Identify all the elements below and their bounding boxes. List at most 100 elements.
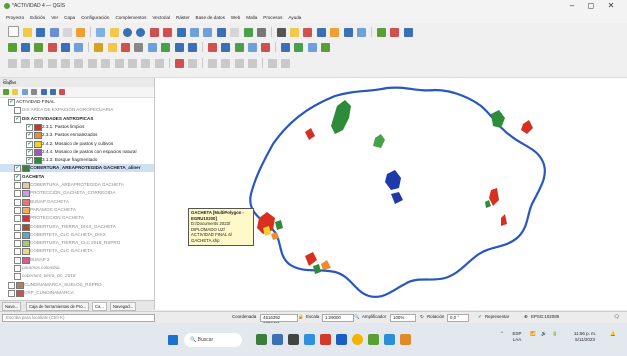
tab-processing-toolbox[interactable]: Caja de herramientas de Pro... [26,302,90,311]
text-annotation-icon[interactable] [221,59,231,68]
layer-row[interactable]: ✔ 3.1.3. Bosque fragmentado [0,156,154,165]
messages-icon[interactable]: 🗨 [614,314,620,320]
taskbar-app-folder-icon[interactable] [400,334,411,345]
annotation-icon[interactable] [207,59,217,68]
pan-to-selection-icon[interactable] [109,28,119,37]
menu-raster[interactable]: Ráster [176,15,190,20]
layer-style-icon[interactable] [3,89,9,95]
menu-edicion[interactable]: Edición [30,15,45,20]
taskbar-app-chrome-icon[interactable] [352,334,363,345]
label-rotate-icon[interactable] [261,43,271,52]
layer-row[interactable]: DIX AREA DE EXPACIÓN AGROPECUARIA [0,106,154,115]
zoom-next-icon[interactable] [216,28,226,37]
layer-visibility-checkbox[interactable] [14,256,21,264]
map-canvas[interactable]: GACHETA [MultiPolygon - EGRU10200] D:/Do… [155,78,627,310]
osm-icon[interactable] [307,43,317,52]
rotation-field[interactable]: 0,0 ° [447,314,469,322]
offset-curve-icon[interactable] [128,59,138,68]
copy-icon[interactable] [187,43,197,52]
add-feature-icon[interactable] [121,43,131,52]
add-ring-icon[interactable] [47,59,57,68]
split-features-icon[interactable] [141,59,151,68]
menu-web[interactable]: Web [231,15,240,20]
form-annotation-icon[interactable] [234,59,244,68]
menu-malla[interactable]: Malla [246,15,257,20]
label-pin-icon[interactable] [247,43,257,52]
remove-layer-icon[interactable] [59,89,66,95]
layer-visibility-checkbox[interactable] [14,198,21,206]
menu-proyecto[interactable]: Proyecto [6,15,24,20]
print-layout-icon[interactable] [63,28,73,37]
field-calculator-icon[interactable] [330,28,340,37]
menu-procesos[interactable]: Procesos [263,15,282,20]
delete-part-icon[interactable] [101,59,111,68]
identify-icon[interactable] [276,28,286,37]
layer-row[interactable]: COBERTETA_CLC GACHETA_DIXX [0,231,154,239]
collapse-all-icon[interactable] [49,89,56,95]
layer-visibility-checkbox[interactable]: ✔ [26,140,33,148]
layer-visibility-checkbox[interactable] [14,223,21,231]
layer-row[interactable]: ✔ 2.3.3. Pastos enmalezados [0,131,154,140]
layer-row[interactable]: CRP_CUNDINAMARCA [0,289,154,297]
select-features-icon[interactable] [290,28,300,37]
layer-row[interactable]: COBERTURA_TIERRA_CLC 2018_RSPRO [0,239,154,248]
layer-row[interactable]: BUNAP 2 [0,256,154,264]
menu-base-de-datos[interactable]: Base de datos [196,15,225,20]
pan-icon[interactable] [96,28,106,37]
merge-features-icon[interactable] [154,59,164,68]
menu-configuracion[interactable]: Configuración [81,15,109,20]
layer-row[interactable]: ✔ ACTIVIDAD FINAL [0,98,154,106]
taskbar-search[interactable]: 🔍 Buscar [184,333,242,347]
close-button[interactable]: ✕ [604,1,618,10]
move-feature-icon[interactable] [147,43,157,52]
zoom-full-icon[interactable] [149,28,159,37]
layer-visibility-checkbox[interactable]: ✔ [14,173,21,181]
volume-icon[interactable]: 🔊 [541,331,547,337]
digitize-icon[interactable] [94,43,104,52]
layer-row[interactable]: ✔ DIX ACTIVIDADES ANTROPICAS [0,115,154,123]
vertex-tool-icon[interactable] [134,43,144,52]
layer-visibility-checkbox[interactable] [14,206,21,214]
menu-complementos[interactable]: Complementos [115,15,146,20]
minimize-button[interactable]: – [565,1,579,10]
layer-row[interactable]: PARAMOS GACHETA [0,206,154,214]
layer-visibility-checkbox[interactable] [14,182,21,189]
layer-visibility-checkbox[interactable] [14,107,21,115]
scale-field[interactable]: 1:29000 [322,314,354,322]
statistics-icon[interactable] [343,28,353,37]
tab-nave[interactable]: Nave... [2,302,22,311]
measure-icon[interactable] [357,28,367,37]
crs-icon[interactable]: ⊕ [524,314,528,320]
delete-ring-icon[interactable] [87,59,97,68]
taskbar-app-widgets-icon[interactable] [256,334,267,345]
new-project-icon[interactable] [7,26,19,37]
layer-row[interactable]: COBERTURA_TIERRA_DIXX_GACHETA [0,223,154,231]
trace-icon[interactable] [187,59,197,68]
notifications-icon[interactable]: 🔔 [610,331,616,337]
layer-visibility-checkbox[interactable]: ✔ [26,132,33,140]
add-vector-layer-icon[interactable] [7,43,17,52]
reshape-icon[interactable] [114,59,124,68]
taskbar-app-taskview-icon[interactable] [272,334,283,345]
processing-icon[interactable] [390,28,400,37]
layer-visibility-checkbox[interactable] [14,248,21,256]
add-postgis-icon[interactable] [47,43,57,52]
filter-legend-icon[interactable] [31,89,38,95]
add-group-icon[interactable] [12,89,19,95]
layer-row[interactable]: BUNAP GACHETA [0,198,154,206]
menu-ver[interactable]: Ver [51,15,58,20]
html-annotation-icon[interactable] [247,59,257,68]
expand-all-icon[interactable] [40,89,47,95]
undo-icon[interactable] [207,43,217,52]
crs-label[interactable]: EPSG:102089 [531,314,559,320]
zoom-native-icon[interactable] [189,28,199,37]
label-icon[interactable] [234,43,244,52]
georeferencer-icon[interactable] [281,43,291,52]
bookmark-icon[interactable] [243,28,253,37]
cut-icon[interactable] [174,43,184,52]
advanced-digitize-icon[interactable] [7,59,17,68]
style-manager-icon[interactable] [76,28,86,37]
layer-row[interactable]: COBERTURA_AREAPROTEGIDA GACHETA [0,181,154,189]
refresh-icon[interactable] [256,28,266,37]
rotate-feature-icon[interactable] [20,59,30,68]
